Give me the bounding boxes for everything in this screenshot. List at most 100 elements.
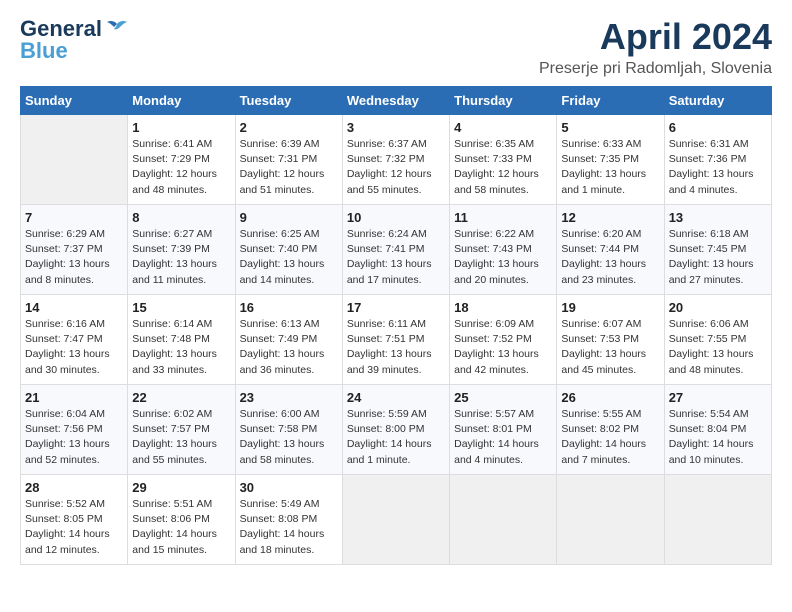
calendar-cell: 4 Sunrise: 6:35 AMSunset: 7:33 PMDaylight… <box>450 115 557 205</box>
day-info: Sunrise: 5:51 AMSunset: 8:06 PMDaylight:… <box>132 497 230 558</box>
calendar-table: SundayMondayTuesdayWednesdayThursdayFrid… <box>20 86 772 565</box>
day-number: 15 <box>132 300 230 315</box>
day-info: Sunrise: 5:55 AMSunset: 8:02 PMDaylight:… <box>561 407 659 468</box>
day-number: 14 <box>25 300 123 315</box>
weekday-header: Tuesday <box>235 87 342 115</box>
day-info: Sunrise: 6:00 AMSunset: 7:58 PMDaylight:… <box>240 407 338 468</box>
day-number: 17 <box>347 300 445 315</box>
calendar-week-row: 14 Sunrise: 6:16 AMSunset: 7:47 PMDayligh… <box>21 295 772 385</box>
day-number: 4 <box>454 120 552 135</box>
calendar-week-row: 28 Sunrise: 5:52 AMSunset: 8:05 PMDayligh… <box>21 475 772 565</box>
location-title: Preserje pri Radomljah, Slovenia <box>539 60 772 78</box>
day-info: Sunrise: 5:57 AMSunset: 8:01 PMDaylight:… <box>454 407 552 468</box>
day-number: 6 <box>669 120 767 135</box>
logo-blue: Blue <box>20 38 68 64</box>
day-info: Sunrise: 6:14 AMSunset: 7:48 PMDaylight:… <box>132 317 230 378</box>
day-info: Sunrise: 6:37 AMSunset: 7:32 PMDaylight:… <box>347 137 445 198</box>
calendar-cell: 13 Sunrise: 6:18 AMSunset: 7:45 PMDayligh… <box>664 205 771 295</box>
calendar-cell: 3 Sunrise: 6:37 AMSunset: 7:32 PMDaylight… <box>342 115 449 205</box>
calendar-cell: 22 Sunrise: 6:02 AMSunset: 7:57 PMDayligh… <box>128 385 235 475</box>
day-number: 22 <box>132 390 230 405</box>
calendar-cell <box>664 475 771 565</box>
day-number: 5 <box>561 120 659 135</box>
calendar-cell: 21Sunrise: 6:04 AMSunset: 7:56 PMDayligh… <box>21 385 128 475</box>
day-number: 29 <box>132 480 230 495</box>
day-info: Sunrise: 6:06 AMSunset: 7:55 PMDaylight:… <box>669 317 767 378</box>
day-number: 12 <box>561 210 659 225</box>
day-info: Sunrise: 5:54 AMSunset: 8:04 PMDaylight:… <box>669 407 767 468</box>
day-info: Sunrise: 6:31 AMSunset: 7:36 PMDaylight:… <box>669 137 767 198</box>
day-info: Sunrise: 6:13 AMSunset: 7:49 PMDaylight:… <box>240 317 338 378</box>
calendar-cell: 29 Sunrise: 5:51 AMSunset: 8:06 PMDayligh… <box>128 475 235 565</box>
day-number: 30 <box>240 480 338 495</box>
calendar-cell: 26 Sunrise: 5:55 AMSunset: 8:02 PMDayligh… <box>557 385 664 475</box>
day-info: Sunrise: 6:18 AMSunset: 7:45 PMDaylight:… <box>669 227 767 288</box>
weekday-header: Sunday <box>21 87 128 115</box>
day-number: 23 <box>240 390 338 405</box>
month-title: April 2024 <box>539 16 772 58</box>
day-number: 8 <box>132 210 230 225</box>
calendar-header-row: SundayMondayTuesdayWednesdayThursdayFrid… <box>21 87 772 115</box>
calendar-cell <box>450 475 557 565</box>
day-number: 28 <box>25 480 123 495</box>
day-info: Sunrise: 6:29 AMSunset: 7:37 PMDaylight:… <box>25 227 123 288</box>
day-info: Sunrise: 6:20 AMSunset: 7:44 PMDaylight:… <box>561 227 659 288</box>
calendar-cell <box>342 475 449 565</box>
calendar-cell: 11 Sunrise: 6:22 AMSunset: 7:43 PMDayligh… <box>450 205 557 295</box>
calendar-cell: 6 Sunrise: 6:31 AMSunset: 7:36 PMDaylight… <box>664 115 771 205</box>
day-info: Sunrise: 6:02 AMSunset: 7:57 PMDaylight:… <box>132 407 230 468</box>
day-number: 9 <box>240 210 338 225</box>
weekday-header: Friday <box>557 87 664 115</box>
calendar-cell: 25Sunrise: 5:57 AMSunset: 8:01 PMDayligh… <box>450 385 557 475</box>
calendar-cell: 28 Sunrise: 5:52 AMSunset: 8:05 PMDayligh… <box>21 475 128 565</box>
page-header: General Blue April 2024 Preserje pri Rad… <box>20 16 772 78</box>
day-number: 2 <box>240 120 338 135</box>
weekday-header: Monday <box>128 87 235 115</box>
day-info: Sunrise: 6:04 AMSunset: 7:56 PMDaylight:… <box>25 407 123 468</box>
logo-bird-icon <box>106 20 128 38</box>
calendar-cell: 18 Sunrise: 6:09 AMSunset: 7:52 PMDayligh… <box>450 295 557 385</box>
day-number: 26 <box>561 390 659 405</box>
day-number: 13 <box>669 210 767 225</box>
calendar-cell <box>21 115 128 205</box>
calendar-cell: 20 Sunrise: 6:06 AMSunset: 7:55 PMDayligh… <box>664 295 771 385</box>
calendar-cell: 15 Sunrise: 6:14 AMSunset: 7:48 PMDayligh… <box>128 295 235 385</box>
day-info: Sunrise: 6:35 AMSunset: 7:33 PMDaylight:… <box>454 137 552 198</box>
day-info: Sunrise: 5:59 AMSunset: 8:00 PMDaylight:… <box>347 407 445 468</box>
calendar-cell: 14 Sunrise: 6:16 AMSunset: 7:47 PMDayligh… <box>21 295 128 385</box>
calendar-cell: 16Sunrise: 6:13 AMSunset: 7:49 PMDayligh… <box>235 295 342 385</box>
calendar-week-row: 7 Sunrise: 6:29 AMSunset: 7:37 PMDaylight… <box>21 205 772 295</box>
day-info: Sunrise: 5:52 AMSunset: 8:05 PMDaylight:… <box>25 497 123 558</box>
day-info: Sunrise: 6:41 AMSunset: 7:29 PMDaylight:… <box>132 137 230 198</box>
day-number: 11 <box>454 210 552 225</box>
weekday-header: Saturday <box>664 87 771 115</box>
calendar-cell: 27 Sunrise: 5:54 AMSunset: 8:04 PMDayligh… <box>664 385 771 475</box>
day-number: 7 <box>25 210 123 225</box>
day-info: Sunrise: 5:49 AMSunset: 8:08 PMDaylight:… <box>240 497 338 558</box>
day-number: 3 <box>347 120 445 135</box>
day-number: 27 <box>669 390 767 405</box>
day-info: Sunrise: 6:09 AMSunset: 7:52 PMDaylight:… <box>454 317 552 378</box>
title-area: April 2024 Preserje pri Radomljah, Slove… <box>539 16 772 78</box>
calendar-cell: 24 Sunrise: 5:59 AMSunset: 8:00 PMDayligh… <box>342 385 449 475</box>
calendar-cell: 9Sunrise: 6:25 AMSunset: 7:40 PMDaylight… <box>235 205 342 295</box>
day-info: Sunrise: 6:22 AMSunset: 7:43 PMDaylight:… <box>454 227 552 288</box>
calendar-cell: 7 Sunrise: 6:29 AMSunset: 7:37 PMDaylight… <box>21 205 128 295</box>
calendar-week-row: 21Sunrise: 6:04 AMSunset: 7:56 PMDayligh… <box>21 385 772 475</box>
day-number: 10 <box>347 210 445 225</box>
day-info: Sunrise: 6:24 AMSunset: 7:41 PMDaylight:… <box>347 227 445 288</box>
day-info: Sunrise: 6:39 AMSunset: 7:31 PMDaylight:… <box>240 137 338 198</box>
calendar-cell: 1 Sunrise: 6:41 AMSunset: 7:29 PMDaylight… <box>128 115 235 205</box>
calendar-cell <box>557 475 664 565</box>
calendar-cell: 23 Sunrise: 6:00 AMSunset: 7:58 PMDayligh… <box>235 385 342 475</box>
day-number: 20 <box>669 300 767 315</box>
calendar-cell: 5Sunrise: 6:33 AMSunset: 7:35 PMDaylight… <box>557 115 664 205</box>
logo: General Blue <box>20 16 128 64</box>
day-number: 24 <box>347 390 445 405</box>
day-info: Sunrise: 6:11 AMSunset: 7:51 PMDaylight:… <box>347 317 445 378</box>
calendar-cell: 30 Sunrise: 5:49 AMSunset: 8:08 PMDayligh… <box>235 475 342 565</box>
day-info: Sunrise: 6:16 AMSunset: 7:47 PMDaylight:… <box>25 317 123 378</box>
day-number: 1 <box>132 120 230 135</box>
day-number: 19 <box>561 300 659 315</box>
day-number: 18 <box>454 300 552 315</box>
